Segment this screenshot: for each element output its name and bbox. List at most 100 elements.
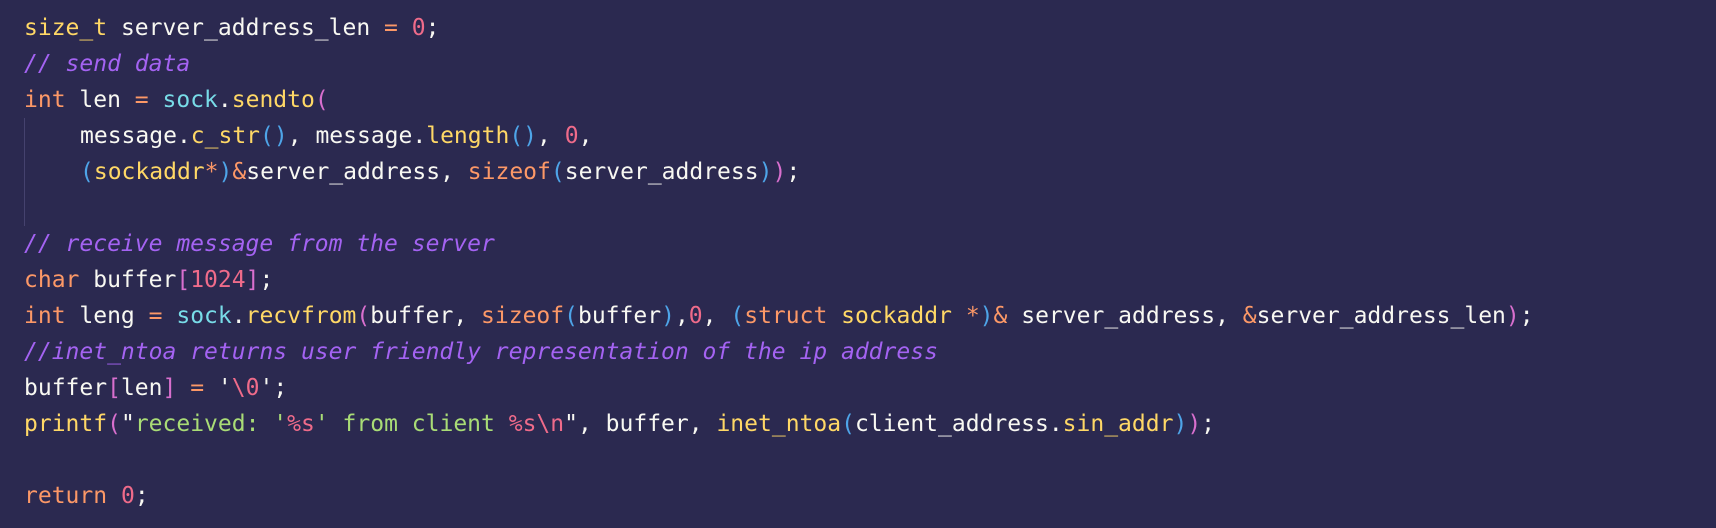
code-token: ) bbox=[979, 303, 994, 329]
indent-guide bbox=[24, 154, 80, 190]
code-token: ' bbox=[204, 375, 232, 401]
code-token: ( bbox=[564, 303, 578, 329]
code-token: recvfrom bbox=[245, 303, 357, 329]
code-comment: // send data bbox=[24, 51, 191, 77]
code-token: & bbox=[1242, 303, 1257, 329]
code-token: len bbox=[120, 375, 163, 401]
code-token: 0 bbox=[120, 483, 135, 509]
code-token: [ bbox=[107, 375, 121, 401]
code-token: buffer bbox=[79, 267, 177, 293]
code-token: ) bbox=[1173, 411, 1188, 437]
code-line[interactable]: (sockaddr*)&server_address, sizeof(serve… bbox=[24, 154, 1716, 190]
code-token: . bbox=[176, 123, 191, 149]
code-token: = bbox=[384, 15, 398, 41]
code-token: [ bbox=[176, 267, 191, 293]
code-token: ; bbox=[1201, 411, 1216, 437]
code-token: sockaddr bbox=[93, 159, 205, 185]
code-token: ( bbox=[730, 303, 745, 329]
code-token: . bbox=[231, 303, 246, 329]
code-token: ; bbox=[425, 15, 440, 41]
code-token: = bbox=[134, 87, 149, 113]
code-token: & bbox=[993, 303, 1008, 329]
code-token: server_address, bbox=[246, 159, 468, 185]
code-token: ; bbox=[259, 267, 274, 293]
code-token: ) bbox=[1187, 411, 1202, 437]
code-line[interactable] bbox=[24, 190, 1716, 226]
code-editor[interactable]: size_t server_address_len = 0; // send da… bbox=[0, 0, 1716, 528]
code-comment: // receive message from the server bbox=[24, 231, 495, 257]
code-token: server_address_len bbox=[107, 15, 385, 41]
code-token: server_address, bbox=[1007, 303, 1243, 329]
code-line[interactable]: size_t server_address_len = 0; bbox=[24, 10, 1716, 46]
code-token: sock bbox=[162, 87, 218, 113]
code-comment: //inet_ntoa returns user friendly repres… bbox=[24, 339, 938, 365]
code-token: printf bbox=[24, 411, 108, 437]
code-token: c_str bbox=[190, 123, 261, 149]
indent-guide bbox=[24, 118, 80, 154]
code-line[interactable]: //inet_ntoa returns user friendly repres… bbox=[24, 334, 1716, 370]
code-token: %s\n bbox=[508, 411, 565, 437]
code-line[interactable]: message.c_str(), message.length(), 0, bbox=[24, 118, 1716, 154]
code-token: length bbox=[426, 123, 510, 149]
code-line[interactable]: printf("received: '%s' from client %s\n"… bbox=[24, 406, 1716, 442]
code-token: , buffer, bbox=[577, 411, 717, 437]
code-token: ) bbox=[661, 303, 675, 329]
code-line[interactable]: // receive message from the server bbox=[24, 226, 1716, 262]
code-token: ] bbox=[245, 267, 260, 293]
code-token: sock bbox=[176, 303, 232, 329]
code-token: server_address bbox=[564, 159, 759, 185]
code-token: . bbox=[217, 87, 232, 113]
code-token: , bbox=[674, 303, 689, 329]
code-token: & bbox=[232, 159, 247, 185]
code-token: = bbox=[148, 303, 163, 329]
code-token: leng bbox=[65, 303, 149, 329]
code-token: 0 bbox=[564, 123, 579, 149]
code-token: struct bbox=[744, 303, 828, 329]
code-token: ) bbox=[1505, 303, 1520, 329]
code-token: server_address_len bbox=[1256, 303, 1506, 329]
code-token: ; bbox=[1519, 303, 1534, 329]
code-token: ) bbox=[758, 159, 773, 185]
code-token: * bbox=[965, 303, 980, 329]
code-token: ) bbox=[772, 159, 787, 185]
code-token: int bbox=[24, 87, 66, 113]
code-token: ; bbox=[786, 159, 801, 185]
code-token: sendto bbox=[231, 87, 315, 113]
code-token: " bbox=[564, 411, 578, 437]
code-token: ' from client bbox=[314, 411, 509, 437]
code-line[interactable]: int leng = sock.recvfrom(buffer, sizeof(… bbox=[24, 298, 1716, 334]
indent-guide bbox=[24, 190, 80, 226]
code-token: ( bbox=[356, 303, 371, 329]
code-line[interactable]: // send data bbox=[24, 46, 1716, 82]
code-token: client_address bbox=[854, 411, 1049, 437]
code-line[interactable]: buffer[len] = '\0'; bbox=[24, 370, 1716, 406]
code-token: ] bbox=[162, 375, 177, 401]
code-token: ; bbox=[134, 483, 149, 509]
code-token: size_t bbox=[24, 15, 108, 41]
code-line[interactable]: return 0; bbox=[24, 478, 1716, 514]
code-token: buffer bbox=[24, 375, 108, 401]
code-line[interactable]: int len = sock.sendto( bbox=[24, 82, 1716, 118]
code-token: " bbox=[120, 411, 135, 437]
code-token: \0 bbox=[231, 375, 260, 401]
code-token: %s bbox=[287, 411, 315, 437]
code-token: ( bbox=[550, 159, 565, 185]
code-token: * bbox=[204, 159, 219, 185]
code-token: sizeof bbox=[481, 303, 565, 329]
code-token: char bbox=[24, 267, 80, 293]
code-line[interactable]: char buffer[1024]; bbox=[24, 262, 1716, 298]
code-token: , bbox=[537, 123, 565, 149]
code-token: sizeof bbox=[467, 159, 551, 185]
code-token: , bbox=[702, 303, 731, 329]
code-token: . bbox=[1048, 411, 1063, 437]
code-token: ( bbox=[314, 87, 329, 113]
code-token: 1024 bbox=[190, 267, 246, 293]
code-line[interactable] bbox=[24, 442, 1716, 478]
code-token: = bbox=[190, 375, 205, 401]
code-token: 0 bbox=[411, 15, 426, 41]
